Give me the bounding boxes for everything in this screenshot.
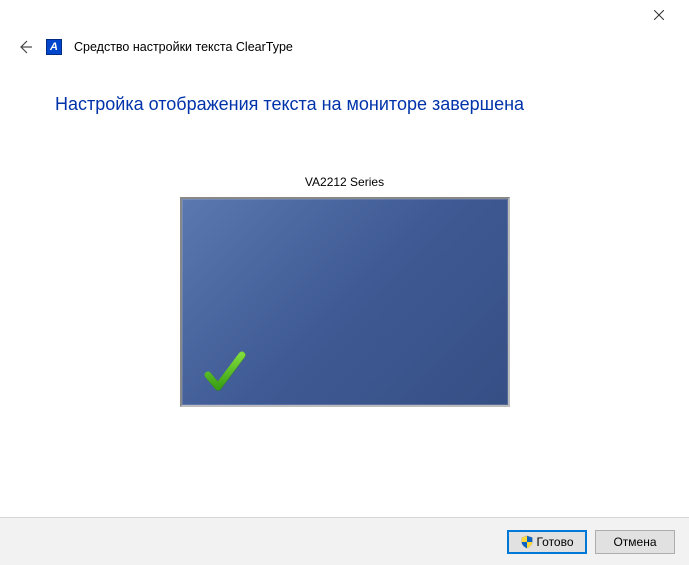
monitor-preview [180, 197, 510, 407]
close-button[interactable] [637, 1, 681, 29]
titlebar [0, 0, 689, 30]
cancel-button[interactable]: Отмена [595, 530, 675, 554]
monitor-name: VA2212 Series [305, 175, 384, 189]
shield-icon [520, 535, 534, 549]
checkmark-icon [200, 347, 250, 397]
wizard-header: A Средство настройки текста ClearType [0, 30, 689, 64]
back-button[interactable] [16, 38, 34, 56]
monitor-block: VA2212 Series [55, 175, 634, 407]
finish-button-label: Готово [536, 535, 573, 549]
finish-button[interactable]: Готово [507, 530, 587, 554]
content-area: Настройка отображения текста на мониторе… [0, 64, 689, 407]
close-icon [654, 10, 664, 20]
window-title: Средство настройки текста ClearType [74, 40, 293, 54]
back-arrow-icon [17, 39, 33, 55]
cancel-button-label: Отмена [613, 535, 656, 549]
app-icon: A [46, 39, 62, 55]
wizard-footer: Готово Отмена [0, 517, 689, 565]
page-title: Настройка отображения текста на мониторе… [55, 94, 634, 115]
